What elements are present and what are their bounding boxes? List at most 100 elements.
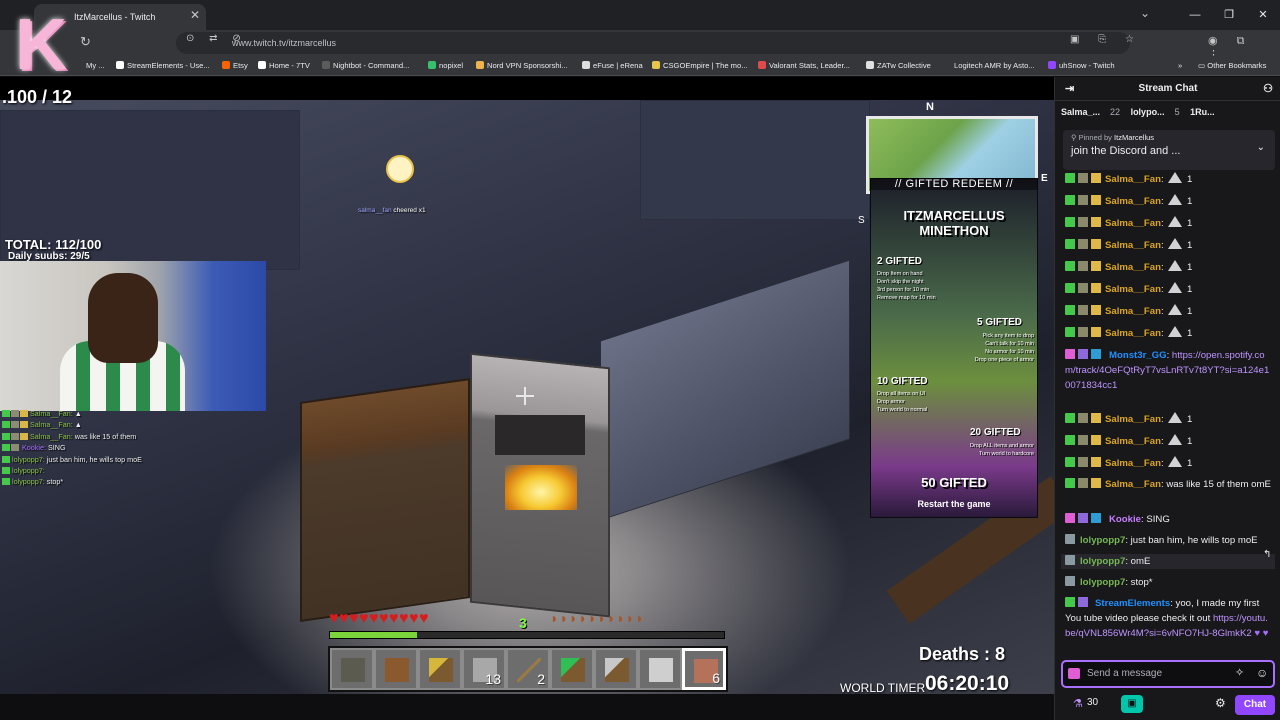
gift-leaderboard[interactable]: Salma_... 22 lolypo... 5 1Ru... bbox=[1055, 102, 1280, 122]
hotbar-slot-selected: 6 bbox=[682, 648, 727, 690]
sparkle-icon[interactable]: ✧ bbox=[1235, 666, 1244, 679]
community-icon[interactable]: ⚇ bbox=[1263, 77, 1273, 101]
reload-icon[interactable]: ↻ bbox=[80, 34, 91, 50]
chat-message[interactable]: lolypopp7: stop* bbox=[1065, 575, 1271, 590]
world-timer-label: WORLD TIMER bbox=[840, 681, 926, 695]
bookmarks-overflow-icon[interactable]: » bbox=[1178, 61, 1182, 70]
tab-close-icon[interactable]: ✕ bbox=[190, 8, 200, 22]
bookmark-item[interactable]: StreamElements - Use... bbox=[116, 61, 210, 70]
leaderboard-entry: lolypo... 5 bbox=[1130, 107, 1180, 117]
channel-points[interactable]: 30 bbox=[1087, 697, 1098, 708]
overlay-chat-row: Kookie: SING bbox=[2, 442, 232, 453]
bookmark-item[interactable]: Home - 7TV bbox=[258, 61, 310, 70]
chat-message[interactable]: Salma__Fan: 1 bbox=[1065, 456, 1271, 471]
reply-arrow-icon[interactable]: ↰ bbox=[1263, 549, 1271, 560]
hotbar-slot bbox=[374, 648, 418, 690]
sub-goal-counter: .100 / 12 bbox=[2, 87, 73, 107]
bookmark-item[interactable]: nopixel bbox=[428, 61, 463, 70]
tier-50-gifted: 50 GIFTED bbox=[921, 475, 987, 490]
chat-message[interactable]: Salma__Fan: 1 bbox=[1065, 238, 1271, 253]
chat-message[interactable]: Salma__Fan: 1 bbox=[1065, 282, 1271, 297]
pin-icon: ⚲ bbox=[1071, 133, 1079, 142]
video-letterbox bbox=[0, 77, 1054, 100]
tier-20-desc: Drop ALL items and armor Turn world to h… bbox=[970, 443, 1034, 457]
redeem-title: // GIFTED REDEEM // bbox=[870, 178, 1038, 190]
chat-message[interactable]: Salma__Fan: 1 bbox=[1065, 304, 1271, 319]
bits-icon[interactable]: ▣ bbox=[1121, 695, 1143, 713]
chevron-down-icon[interactable]: ⌄ bbox=[1257, 142, 1265, 153]
overlay-chat-row: lolypopp7: stop* bbox=[2, 476, 232, 487]
bookmark-item[interactable]: Logitech AMR by Asto... bbox=[954, 61, 1035, 70]
hotbar: 13 2 6 bbox=[328, 646, 728, 692]
hotbar-slot: 13 bbox=[462, 648, 506, 690]
chat-input-placeholder: Send a message bbox=[1087, 668, 1163, 679]
overlay-chat-row: lolypopp7: bbox=[2, 465, 232, 476]
chat-message[interactable]: Salma__Fan: 1 bbox=[1065, 434, 1271, 449]
tier-5-desc: Pick any item to drop Can't talk for 10 … bbox=[974, 333, 1034, 363]
overlay-chat: Salma__Fan: ▲ Salma__Fan: ▲ Salma__Fan: … bbox=[2, 408, 232, 488]
bookmark-item[interactable]: eFuse | eRena bbox=[582, 61, 643, 70]
sub-total: TOTAL: 112/100 bbox=[5, 237, 102, 252]
bookmark-item[interactable]: uhSnow - Twitch bbox=[1048, 61, 1115, 70]
health-hearts-icon: ♥♥♥♥♥♥♥♥♥♥ bbox=[329, 610, 429, 627]
minimize-icon[interactable]: — bbox=[1178, 0, 1212, 30]
bookmark-item[interactable]: Etsy bbox=[222, 61, 248, 70]
death-counter: Deaths : 8 bbox=[919, 644, 1006, 664]
channel-points-icon[interactable]: ⚗ bbox=[1073, 697, 1083, 710]
hotbar-slot: 2 bbox=[506, 648, 550, 690]
other-bookmarks[interactable]: ▭ Other Bookmarks bbox=[1198, 61, 1266, 70]
chat-header: ⇥ Stream Chat ⚇ bbox=[1055, 77, 1280, 101]
xp-bar bbox=[329, 631, 725, 639]
close-window-icon[interactable]: ✕ bbox=[1246, 0, 1280, 30]
cheer-alert-icon bbox=[386, 155, 414, 183]
chat-message[interactable]: lolypopp7: omE bbox=[1061, 554, 1275, 569]
chat-send-button[interactable]: Chat bbox=[1235, 695, 1275, 715]
chat-message[interactable]: lolypopp7: just ban him, he wills top mo… bbox=[1065, 533, 1271, 548]
collapse-chat-icon[interactable]: ⇥ bbox=[1065, 77, 1074, 101]
sub-emote-icon[interactable] bbox=[1068, 668, 1080, 679]
address-bar[interactable]: www.twitch.tv/itzmarcellus bbox=[176, 32, 1130, 54]
hotbar-slot bbox=[550, 648, 594, 690]
bookmark-item[interactable]: My ... bbox=[86, 61, 105, 70]
window-controls: — ❐ ✕ bbox=[1178, 0, 1280, 30]
tier-50-desc: Restart the game bbox=[917, 499, 991, 509]
chat-message[interactable]: Salma__Fan: 1 bbox=[1065, 194, 1271, 209]
chat-message[interactable]: Salma__Fan: 1 bbox=[1065, 216, 1271, 231]
chat-message[interactable]: Salma__Fan: 1 bbox=[1065, 260, 1271, 275]
bookmark-item[interactable]: Valorant Stats, Leader... bbox=[758, 61, 850, 70]
crafting-table bbox=[300, 378, 470, 622]
stream-chat: ⇥ Stream Chat ⚇ Salma_... 22 lolypo... 5 1… bbox=[1054, 77, 1280, 720]
chat-message[interactable]: Salma__Fan: was like 15 of them omE bbox=[1065, 477, 1271, 492]
leaderboard-entry: Salma_... 22 bbox=[1061, 107, 1121, 117]
chat-title: Stream Chat bbox=[1138, 83, 1198, 94]
tier-5-gifted: 5 GIFTED bbox=[977, 317, 1023, 328]
bookmark-item[interactable]: Nightbot - Command... bbox=[322, 61, 409, 70]
page-actions-icons[interactable]: ▣ ⎘ ☆ bbox=[1070, 34, 1142, 45]
bookmark-item[interactable]: Nord VPN Sponsorshi... bbox=[476, 61, 568, 70]
chat-message[interactable]: Salma__Fan: 1 bbox=[1065, 412, 1271, 427]
chat-footer: ⚗ 30 ▣ ⚙ Chat bbox=[1055, 691, 1280, 719]
chat-message[interactable]: Salma__Fan: 1 bbox=[1065, 172, 1271, 187]
bookmarks-bar: My ... StreamElements - Use... Etsy Home… bbox=[0, 56, 1280, 76]
bookmark-item[interactable]: CSGOEmpire | The mo... bbox=[652, 61, 748, 70]
folder-icon: ▭ bbox=[1198, 61, 1208, 70]
chat-message[interactable]: Salma__Fan: 1 bbox=[1065, 326, 1271, 341]
chat-message-list[interactable]: Salma__Fan: 1 Salma__Fan: 1 Salma__Fan: … bbox=[1055, 172, 1280, 658]
chat-message[interactable]: Monst3r_GG: https://open.spotify.com/tra… bbox=[1065, 348, 1271, 393]
pinned-message[interactable]: ⚲ Pinned by ItzMarcellus join the Discor… bbox=[1063, 130, 1275, 170]
chat-message[interactable]: StreamElements: yoo, I made my first You… bbox=[1065, 596, 1271, 641]
leaderboard-entry: 1Ru... bbox=[1190, 107, 1215, 117]
furnace-fire bbox=[505, 465, 577, 510]
restore-icon[interactable]: ❐ bbox=[1212, 0, 1246, 30]
tier-10-gifted: 10 GIFTED bbox=[877, 376, 928, 387]
hotbar-slot bbox=[594, 648, 638, 690]
browser-tab-bar: ItzMarcellus - Twitch ✕ ⌄ — ❐ ✕ bbox=[0, 0, 1280, 30]
tab-search-chevron-icon[interactable]: ⌄ bbox=[1140, 6, 1150, 20]
site-info-icon[interactable]: ⊙ ⇄ ⊘ bbox=[186, 33, 247, 44]
chat-message[interactable]: Kookie: SING bbox=[1065, 512, 1271, 527]
bookmark-item[interactable]: ZATw Collective bbox=[866, 61, 931, 70]
minimap-east: E bbox=[1041, 173, 1048, 184]
gear-icon[interactable]: ⚙ bbox=[1215, 696, 1226, 710]
emote-picker-icon[interactable]: ☺ bbox=[1256, 666, 1268, 680]
crosshair-icon bbox=[516, 387, 534, 405]
